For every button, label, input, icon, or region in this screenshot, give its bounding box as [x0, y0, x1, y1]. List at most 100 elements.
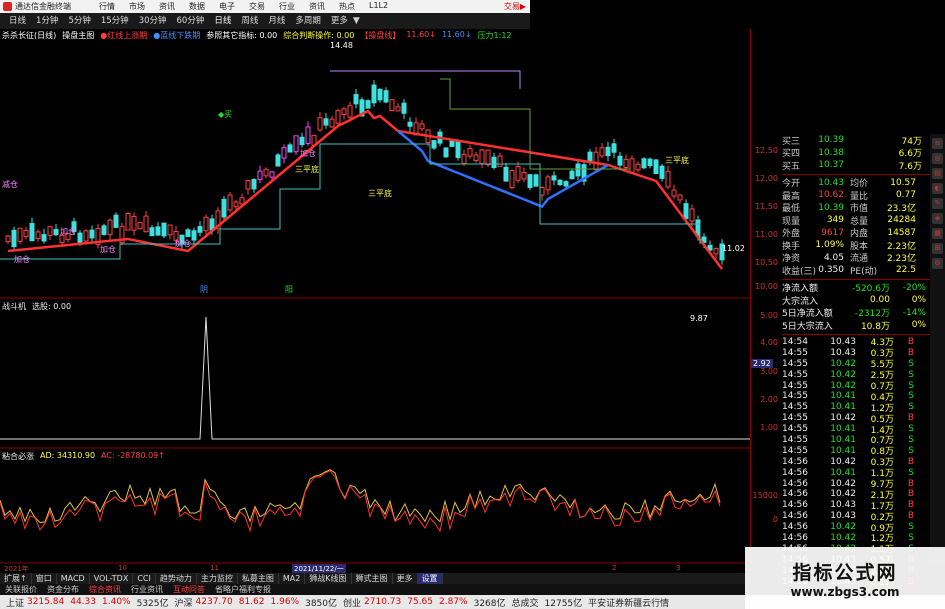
period-button[interactable]: 日线: [4, 14, 31, 28]
period-button[interactable]: 30分钟: [134, 14, 172, 28]
side-tool-icon[interactable]: ▦: [932, 228, 943, 239]
info-tab[interactable]: 资金分布: [42, 584, 84, 595]
indicator-label: 【操盘线】: [360, 31, 401, 40]
tick-time: 14:56: [782, 467, 808, 478]
stat-label: 今开: [782, 179, 801, 190]
side-tool-icon[interactable]: ≡: [932, 138, 943, 149]
candle-body: [509, 170, 515, 189]
info-tab[interactable]: 省略户福利专报: [210, 584, 276, 595]
bid-price: 10.39: [818, 135, 844, 146]
candle-body: [551, 175, 557, 181]
candle-body: [605, 146, 611, 157]
indicator-tab[interactable]: CCI: [133, 573, 156, 584]
side-tool-icon[interactable]: ▤: [932, 168, 943, 179]
candle-body: [665, 170, 671, 188]
indicator-tab[interactable]: VOL-TDX: [90, 573, 134, 584]
flow-row: 5日大宗流入 10.8万 0%: [782, 319, 930, 332]
menu-item[interactable]: 数据: [189, 1, 205, 12]
sub2-name[interactable]: 粘合必涨: [2, 451, 34, 463]
period-button[interactable]: 更多: [326, 14, 353, 28]
side-tool-icon[interactable]: ◐: [932, 183, 943, 194]
period-button[interactable]: 周线: [236, 14, 263, 28]
indicator-tab[interactable]: MACD: [57, 573, 90, 584]
indicator-tab[interactable]: MA2: [279, 573, 306, 584]
tick-time: 14:55: [782, 413, 808, 424]
period-button[interactable]: 60分钟: [172, 14, 210, 28]
app-logo-icon: [3, 2, 12, 11]
side-tool-icon[interactable]: ✎: [932, 198, 943, 209]
indicator-tab[interactable]: 窗口: [32, 573, 57, 584]
candle-body: [299, 136, 305, 146]
indicator-tab[interactable]: 更多: [393, 573, 418, 584]
menu-item[interactable]: 热点: [339, 1, 355, 12]
sub1-tick-label: 5.00: [760, 311, 778, 320]
side-tool-icon[interactable]: ◎: [932, 153, 943, 164]
menu-item[interactable]: 交易: [249, 1, 265, 12]
indicator-label: 综合判断操作: 0.00: [283, 31, 355, 40]
indicator-tab[interactable]: 趋势动力: [156, 573, 197, 584]
side-tool-icon[interactable]: ⚙: [932, 258, 943, 269]
stat-row: 外盘 9617 内盘 14587: [782, 227, 930, 240]
candle-body: [371, 84, 377, 104]
trade-button[interactable]: 交易▶: [504, 1, 526, 12]
price-tick-label: 10.00: [755, 282, 778, 291]
index-name[interactable]: 沪深: [175, 596, 193, 609]
menu-item[interactable]: 资讯: [309, 1, 325, 12]
bid-volume: 7.6万: [898, 161, 922, 172]
side-tool-icon[interactable]: ◈: [932, 213, 943, 224]
info-tab[interactable]: 综合资讯: [84, 584, 126, 595]
indicator-tab[interactable]: 狮式主图: [352, 573, 393, 584]
candle-body: [233, 201, 239, 208]
tick-direction: B: [907, 500, 914, 511]
indicator-tab[interactable]: 狮战K线图: [305, 573, 352, 584]
sub2-ac-line: [0, 470, 721, 533]
tick-direction: B: [907, 336, 914, 347]
tick-time: 14:56: [782, 489, 808, 500]
info-tab[interactable]: 关联报价: [0, 584, 42, 595]
tick-direction: S: [908, 391, 914, 402]
period-button[interactable]: 5分钟: [63, 14, 95, 28]
stat-value: 0.350: [818, 265, 844, 276]
sub1-tick-label: 4.00: [760, 338, 778, 347]
period-button[interactable]: 多周期: [290, 14, 326, 28]
index-name[interactable]: 创业: [343, 596, 361, 609]
candle-body: [281, 147, 287, 159]
menu-item[interactable]: 资讯: [159, 1, 175, 12]
tick-price: 10.41: [830, 467, 856, 478]
tick-direction: B: [907, 347, 914, 358]
info-tab[interactable]: 行业资讯: [126, 584, 168, 595]
candle-body: [17, 227, 23, 242]
divider: [782, 333, 930, 335]
candle-body: [401, 102, 407, 114]
period-button[interactable]: 日线: [209, 14, 236, 28]
kline-chart[interactable]: 14.48 9.87 11.02 三平底 三平底 三平底 ◆买 加仓 加仓 加仓 加仓 加仓 减仓阴阳 …: [0, 29, 750, 564]
candle-body: [365, 100, 371, 109]
menu-item[interactable]: 市场: [129, 1, 145, 12]
indicator-tab[interactable]: 设置: [417, 573, 443, 584]
candle-body: [539, 187, 545, 196]
candle-body: [137, 221, 143, 230]
watermark: 指标公式网 www.zbgs3.com: [745, 547, 945, 609]
candle-body: [641, 158, 647, 169]
menu-item[interactable]: 电子: [219, 1, 235, 12]
period-button[interactable]: 1分钟: [31, 14, 63, 28]
tick-direction: S: [908, 369, 914, 380]
app-title: 通达信金融终端: [15, 2, 71, 11]
index-amount: 5325亿: [136, 598, 169, 609]
tick-time: 14:55: [782, 380, 808, 391]
info-tab[interactable]: 互动问答: [168, 584, 210, 595]
candle-body: [29, 222, 35, 242]
side-tool-icon[interactable]: ⊞: [932, 243, 943, 254]
candle-body: [317, 117, 323, 131]
candle-body: [41, 234, 47, 242]
period-button[interactable]: 月线: [263, 14, 290, 28]
indicator-tab[interactable]: 主力监控: [197, 573, 238, 584]
menu-item[interactable]: L1L2: [369, 1, 388, 12]
indicator-tab[interactable]: 私募主图: [238, 573, 279, 584]
sub1-name[interactable]: 战斗机: [2, 301, 26, 313]
index-name[interactable]: 上证: [6, 596, 24, 609]
indicator-tab[interactable]: 扩展↑: [0, 573, 32, 584]
menu-item[interactable]: 行情: [99, 1, 115, 12]
period-button[interactable]: 15分钟: [96, 14, 134, 28]
menu-item[interactable]: 行业: [279, 1, 295, 12]
